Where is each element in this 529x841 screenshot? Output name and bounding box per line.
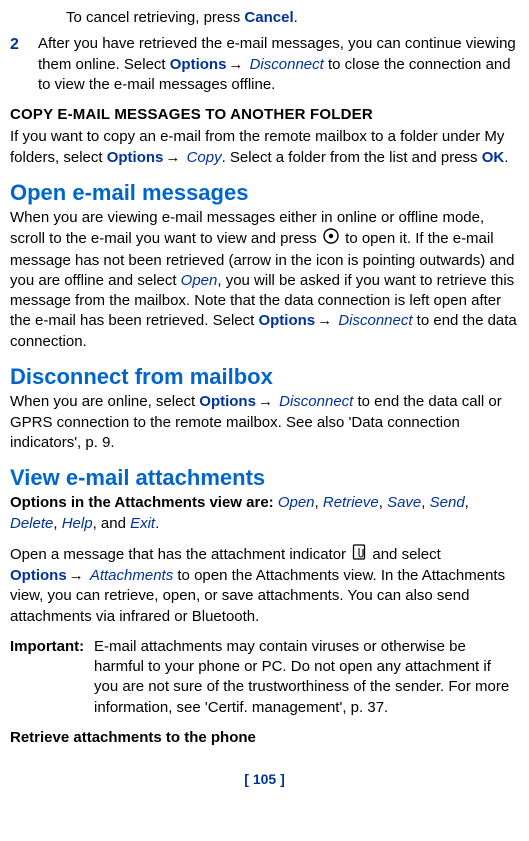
disconnect-word: Disconnect [338,312,412,329]
disconnect-paragraph: When you are online, select Options→ Dis… [10,392,519,453]
period: . [155,515,159,532]
disconnect-word: Disconnect [279,393,353,410]
opt-save: Save [387,494,421,511]
options-word: Options [107,149,164,166]
ok-word: OK [482,149,505,166]
sep: , [465,494,469,511]
copy-heading: COPY E-MAIL MESSAGES TO ANOTHER FOLDER [10,105,519,125]
cancel-word: Cancel [244,9,293,26]
nav-key-icon [323,228,339,250]
copy-word: Copy [187,149,222,166]
attachment-icon [352,544,366,566]
sep: , [421,494,429,511]
opt-retrieve: Retrieve [323,494,379,511]
period: . [294,9,298,26]
text: . [504,149,508,166]
attachments-heading: View e-mail attachments [10,465,519,491]
cancel-retrieving-line: To cancel retrieving, press Cancel. [10,8,519,28]
text: . Select a folder from the list and pres… [222,149,482,166]
disconnect-word: Disconnect [250,56,324,73]
open-heading: Open e-mail messages [10,180,519,206]
arrow-icon: → [315,312,334,329]
step-body: After you have retrieved the e-mail mess… [38,34,519,95]
copy-paragraph: If you want to copy an e-mail from the r… [10,127,519,168]
disconnect-heading: Disconnect from mailbox [10,364,519,390]
sep-and: , and [93,515,131,532]
options-word: Options [10,567,67,584]
page-number: [ 105 ] [10,770,519,789]
text: To cancel retrieving, press [66,9,244,26]
options-word: Options [199,393,256,410]
step-number: 2 [10,34,38,95]
opt-delete: Delete [10,515,53,532]
arrow-icon: → [67,567,86,584]
retrieve-heading: Retrieve attachments to the phone [10,728,519,748]
opt-exit: Exit [130,515,155,532]
sep: , [315,494,323,511]
options-word: Options [170,56,227,73]
open-word: Open [181,272,218,289]
important-label: Important: [10,637,94,718]
step-2: 2 After you have retrieved the e-mail me… [10,34,519,95]
sep: , [379,494,387,511]
arrow-icon: → [256,393,275,410]
attachments-word: Attachments [90,567,173,584]
important-note: Important: E-mail attachments may contai… [10,637,519,718]
options-lead: Options in the Attachments view are: [10,494,278,511]
arrow-icon: → [163,149,182,166]
sep: , [53,515,61,532]
important-text: E-mail attachments may contain viruses o… [94,637,519,718]
arrow-icon: → [226,56,245,73]
attachments-paragraph: Open a message that has the attachment i… [10,544,519,627]
opt-send: Send [430,494,465,511]
attachments-options-line: Options in the Attachments view are: Ope… [10,493,519,534]
options-word: Options [258,312,315,329]
text: and select [368,546,441,563]
opt-help: Help [62,515,93,532]
opt-open: Open [278,494,315,511]
open-paragraph: When you are viewing e-mail messages eit… [10,208,519,352]
text: Open a message that has the attachment i… [10,546,350,563]
text: When you are online, select [10,393,199,410]
